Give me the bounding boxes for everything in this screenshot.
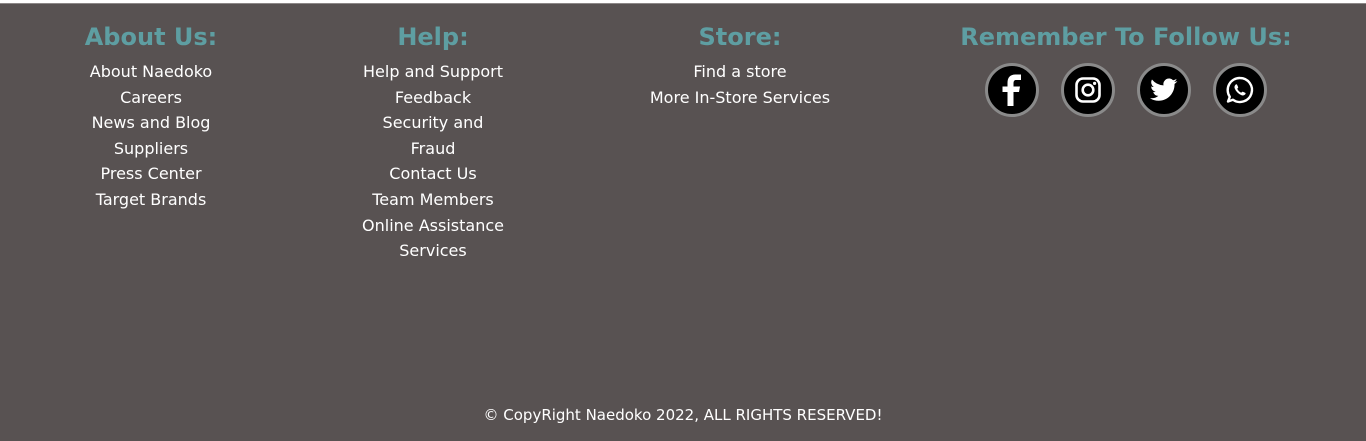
help-column: Help: Help and Support Feedback Security… bbox=[333, 4, 533, 264]
follow-column: Remember To Follow Us: bbox=[960, 4, 1292, 117]
twitter-icon[interactable] bbox=[1137, 63, 1191, 117]
copyright-text: © CopyRight Naedoko 2022, ALL RIGHTS RES… bbox=[483, 406, 883, 424]
link-target-brands[interactable]: Target Brands bbox=[96, 190, 207, 209]
link-online-assistance-services[interactable]: Online Assistance Services bbox=[362, 216, 504, 261]
store-column: Store: Find a store More In-Store Servic… bbox=[640, 4, 840, 110]
about-column: About Us: About Naedoko Careers News and… bbox=[61, 4, 241, 213]
link-news-and-blog[interactable]: News and Blog bbox=[92, 113, 211, 132]
instagram-icon[interactable] bbox=[1061, 63, 1115, 117]
link-about-naedoko[interactable]: About Naedoko bbox=[90, 62, 212, 81]
store-heading: Store: bbox=[698, 23, 782, 51]
link-security-and-fraud[interactable]: Security and Fraud bbox=[383, 113, 484, 158]
store-links: Find a store More In-Store Services bbox=[640, 59, 840, 110]
link-team-members[interactable]: Team Members bbox=[372, 190, 494, 209]
link-help-and-support[interactable]: Help and Support bbox=[363, 62, 503, 81]
whatsapp-icon[interactable] bbox=[1213, 63, 1267, 117]
facebook-icon[interactable] bbox=[985, 63, 1039, 117]
social-icons bbox=[960, 63, 1292, 117]
help-heading: Help: bbox=[397, 23, 469, 51]
site-footer: About Us: About Naedoko Careers News and… bbox=[0, 3, 1366, 441]
link-careers[interactable]: Careers bbox=[120, 88, 182, 107]
link-suppliers[interactable]: Suppliers bbox=[114, 139, 188, 158]
follow-heading: Remember To Follow Us: bbox=[960, 23, 1292, 51]
link-find-a-store[interactable]: Find a store bbox=[693, 62, 786, 81]
link-press-center[interactable]: Press Center bbox=[100, 164, 201, 183]
link-more-in-store-services[interactable]: More In-Store Services bbox=[650, 88, 830, 107]
about-heading: About Us: bbox=[84, 23, 218, 51]
link-contact-us[interactable]: Contact Us bbox=[389, 164, 476, 183]
help-links: Help and Support Feedback Security and F… bbox=[358, 59, 508, 264]
about-links: About Naedoko Careers News and Blog Supp… bbox=[61, 59, 241, 213]
link-feedback[interactable]: Feedback bbox=[395, 88, 471, 107]
